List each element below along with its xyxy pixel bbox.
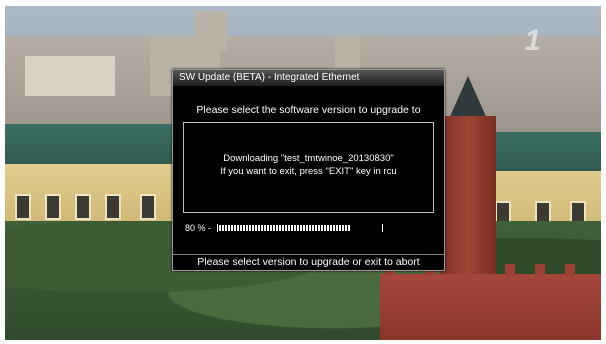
skyscraper-top [195, 11, 227, 51]
channel-logo: 1 [524, 24, 541, 57]
window [15, 194, 31, 220]
tower-spire [448, 76, 488, 121]
window [45, 194, 61, 220]
dialog-title: SW Update (BETA) - Integrated Ethernet [173, 70, 444, 86]
red-tower [440, 116, 496, 281]
window [140, 194, 156, 220]
wall-crenel [565, 264, 575, 276]
green-roof-left [5, 124, 185, 164]
white-building [25, 56, 115, 96]
window [105, 194, 121, 220]
wall-crenel [535, 264, 545, 276]
red-wall [380, 274, 601, 340]
wall-crenel [505, 264, 515, 276]
dialog-heading: Please select the software version to up… [196, 104, 421, 116]
progress-bar [217, 224, 384, 232]
progress-percent: 80 % - [185, 223, 212, 233]
progress-row: 80 % - [185, 223, 384, 233]
dialog-footer: Please select version to upgrade or exit… [173, 254, 444, 270]
exit-instruction: If you want to exit, press "EXIT" key in… [220, 166, 397, 177]
sw-update-dialog: SW Update (BETA) - Integrated Ethernet P… [172, 69, 445, 271]
status-box: Downloading "test_tmtwinoe_20130830" If … [183, 122, 434, 213]
download-status: Downloading "test_tmtwinoe_20130830" [223, 153, 394, 164]
progress-fill [219, 225, 351, 231]
window [75, 194, 91, 220]
